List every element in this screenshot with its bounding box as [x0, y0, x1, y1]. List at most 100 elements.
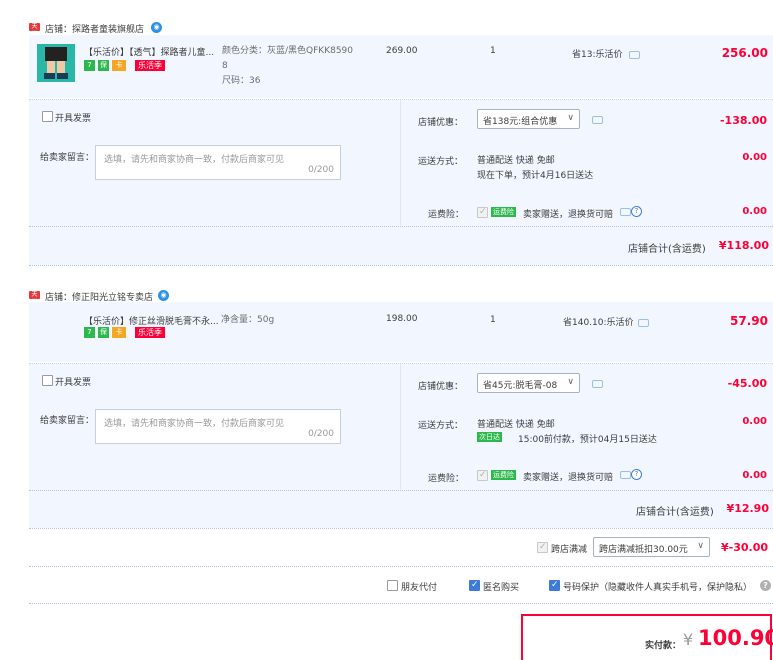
insurance-text: 卖家赠送，退换货可赔	[523, 473, 614, 483]
select-text: 跨店满减抵扣30.00元	[599, 545, 688, 555]
anonymous-checkbox[interactable]	[469, 580, 480, 591]
tmall-logo: 天猫	[29, 23, 40, 38]
product-thumbnail[interactable]	[37, 44, 75, 82]
memo-placeholder: 选填，请先和商家协商一致，付款后商家可见	[104, 419, 285, 429]
discount-chat-icon[interactable]	[592, 116, 603, 124]
shop-discount-label: 店铺优惠：	[418, 382, 464, 392]
spec-color: 颜色分类：灰蓝/黑色QFKK8590	[222, 46, 354, 56]
insurance-label: 运费险：	[428, 210, 465, 220]
event-tag: 乐活季	[135, 60, 165, 71]
invoice-checkbox[interactable]	[42, 375, 53, 386]
unit-price: 269.00	[386, 46, 418, 56]
help-icon[interactable]: ?	[631, 469, 642, 480]
anonymous-label[interactable]: 匿名购买	[483, 580, 519, 593]
chevron-down-icon: ∨	[567, 377, 574, 387]
help-icon[interactable]: ?	[760, 580, 771, 591]
spec-color-cont: 8	[222, 61, 228, 71]
promo-chat-icon[interactable]	[638, 319, 649, 327]
insurance-checkbox	[477, 207, 488, 218]
discount-chat-icon[interactable]	[592, 380, 603, 388]
divider	[400, 364, 401, 489]
guarantee-icon: 保	[98, 60, 109, 71]
shop-discount-select[interactable]: 省45元:脱毛膏-08 ∨	[477, 373, 580, 393]
divider	[29, 566, 773, 567]
memo-label: 给卖家留言：	[40, 153, 95, 163]
product-title[interactable]: 【乐活价】修正丝滑脱毛膏不永...	[84, 314, 219, 327]
shop-total-value: ¥12.90	[726, 502, 769, 515]
shipping-eta: 15:00前付款，预计04月15日送达	[518, 435, 657, 445]
payment-amount: 100.90	[698, 626, 773, 650]
shop-discount-value: -45.00	[727, 377, 767, 390]
card-icon: 卡	[112, 60, 126, 71]
privacy-checkbox[interactable]	[549, 580, 560, 591]
shop-discount-select[interactable]: 省138元:组合优惠 ∨	[477, 109, 580, 129]
cross-store-select[interactable]: 跨店满减抵扣30.00元 ∨	[593, 537, 710, 557]
insurance-chat-icon[interactable]	[620, 208, 631, 216]
select-text: 省45元:脱毛膏-08	[483, 381, 558, 391]
card-icon: 卡	[112, 327, 126, 338]
guarantee-icon: 保	[98, 327, 109, 338]
item-subtotal: 57.90	[730, 314, 768, 328]
memo-input[interactable]: 选填，请先和商家协商一致，付款后商家可见 0/200	[95, 145, 341, 180]
spec-size: 尺码：36	[222, 76, 261, 86]
divider	[29, 528, 773, 529]
shipping-value: 0.00	[742, 152, 767, 163]
divider	[29, 265, 773, 266]
privacy-label[interactable]: 号码保护（隐藏收件人真实手机号，保护隐私）	[563, 580, 752, 593]
insurance-checkbox	[477, 470, 488, 481]
shipping-label: 运送方式：	[418, 421, 464, 431]
wangwang-chat-icon[interactable]: ◉	[151, 22, 162, 33]
chevron-down-icon: ∨	[567, 113, 574, 123]
shipping-eta: 现在下单，预计4月16日送达	[477, 171, 594, 181]
insurance-tag: 运费险	[491, 470, 516, 480]
shop-discount-value: -138.00	[719, 114, 767, 127]
cross-store-value: ¥-30.00	[720, 541, 768, 554]
insurance-value: 0.00	[742, 470, 767, 481]
friend-pay-label[interactable]: 朋友代付	[401, 580, 437, 593]
product-title[interactable]: 【乐活价】【透气】探路者儿童...	[84, 45, 214, 58]
help-icon[interactable]: ?	[631, 206, 642, 217]
divider	[400, 100, 401, 225]
currency-symbol: ¥	[683, 630, 694, 649]
item-promo: 省140.10:乐活价	[563, 318, 634, 328]
payment-box: 实付款： ¥ 100.90	[521, 614, 773, 660]
unit-price: 198.00	[386, 314, 418, 324]
next-day-tag: 次日达	[477, 432, 502, 442]
spec-net-content: 净含量：50g	[221, 315, 275, 325]
quantity: 1	[490, 46, 496, 56]
shop-name[interactable]: 店铺：探路者童装旗舰店	[45, 22, 144, 35]
invoice-label[interactable]: 开具发票	[55, 375, 91, 388]
memo-count: 0/200	[308, 429, 334, 439]
memo-placeholder: 选填，请先和商家协商一致，付款后商家可见	[104, 155, 285, 165]
shop-total-value: ¥118.00	[718, 239, 769, 252]
insurance-label: 运费险：	[428, 474, 465, 484]
divider	[29, 603, 773, 604]
tmall-logo: 天猫	[29, 291, 40, 306]
shipping-method: 普通配送 快递 免邮	[477, 420, 555, 430]
memo-label: 给卖家留言：	[40, 416, 95, 426]
shop-discount-label: 店铺优惠：	[418, 118, 464, 128]
seven-day-return-icon: 7	[84, 60, 95, 71]
insurance-tag: 运费险	[491, 207, 516, 217]
shipping-label: 运送方式：	[418, 157, 464, 167]
invoice-label[interactable]: 开具发票	[55, 111, 91, 124]
memo-input[interactable]: 选填，请先和商家协商一致，付款后商家可见 0/200	[95, 409, 341, 444]
memo-count: 0/200	[308, 165, 334, 175]
insurance-value: 0.00	[742, 206, 767, 217]
item-subtotal: 256.00	[721, 46, 768, 60]
invoice-checkbox[interactable]	[42, 111, 53, 122]
wangwang-chat-icon[interactable]: ◉	[158, 290, 169, 301]
friend-pay-checkbox[interactable]	[387, 580, 398, 591]
shipping-value: 0.00	[742, 416, 767, 427]
payment-label: 实付款：	[645, 641, 682, 651]
insurance-chat-icon[interactable]	[620, 471, 631, 479]
promo-chat-icon[interactable]	[629, 51, 640, 59]
event-tag: 乐活季	[135, 327, 165, 338]
divider	[29, 226, 773, 227]
cross-store-checkbox	[537, 542, 548, 553]
insurance-text: 卖家赠送，退换货可赔	[523, 210, 614, 220]
divider	[29, 490, 773, 491]
cross-store-label: 跨店满减	[551, 545, 588, 555]
select-text: 省138元:组合优惠	[483, 117, 558, 127]
shipping-method: 普通配送 快递 免邮	[477, 156, 555, 166]
